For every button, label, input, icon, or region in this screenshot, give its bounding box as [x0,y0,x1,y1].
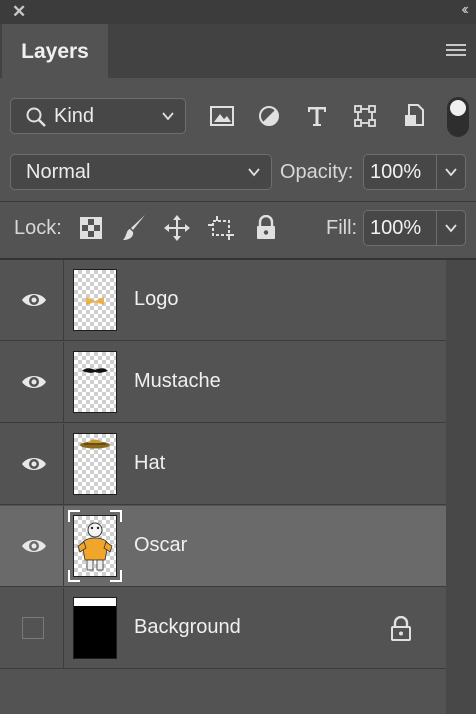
layer-row-hat[interactable]: Hat [0,424,446,505]
opacity-label: Opacity: [280,161,354,183]
layer-thumbnail [73,351,117,413]
eye-icon[interactable] [21,536,47,556]
visibility-cell[interactable] [0,424,64,504]
layer-name: Mustache [134,370,221,392]
lock-all-icon[interactable] [255,215,277,241]
layer-name: Hat [134,452,166,474]
opacity-dropdown-button[interactable] [436,154,466,190]
close-icon[interactable]: ✕ [12,2,26,22]
adjustment-filter-icon[interactable] [257,104,281,128]
fill-input[interactable]: 100% [363,210,437,246]
layers-list: Logo Mustache Hat Oscar Background [0,260,446,714]
chevron-down-icon [445,168,457,177]
panel-menu-icon[interactable] [446,44,466,58]
lock-label: Lock: [14,217,62,239]
layer-thumbnail [73,597,117,659]
shape-filter-icon[interactable] [353,104,377,128]
opacity-input[interactable]: 100% [363,154,437,190]
kind-label: Kind [54,104,95,127]
chevron-down-icon [162,112,174,121]
lock-position-icon[interactable] [164,215,190,241]
selection-bracket [68,510,122,582]
divider [0,201,476,202]
panel-top-bar: ✕ ‹‹ [0,0,476,24]
layers-scrollbar[interactable] [446,260,476,714]
layer-row-oscar[interactable]: Oscar [0,506,446,587]
filter-toggle-switch[interactable] [447,97,469,137]
fill-label: Fill: [326,217,358,239]
fill-dropdown-button[interactable] [436,210,466,246]
chevron-down-icon [248,168,260,177]
tab-layers[interactable]: Layers [2,24,108,79]
visibility-cell[interactable] [0,588,64,668]
layer-name: Oscar [134,534,188,556]
tab-row: Layers [0,24,476,79]
eye-icon[interactable] [21,454,47,474]
layer-name: Background [134,616,241,638]
lock-icon[interactable] [390,616,412,642]
fill-value: 100% [370,216,422,239]
layer-row-mustache[interactable]: Mustache [0,342,446,423]
eye-icon[interactable] [21,290,47,310]
lock-transparent-pixels-icon[interactable] [80,217,102,239]
type-filter-icon[interactable] [305,104,329,128]
image-filter-icon[interactable] [209,104,235,128]
lock-artboard-icon[interactable] [208,215,236,241]
lock-image-pixels-icon[interactable] [121,214,147,242]
visibility-cell[interactable] [0,342,64,422]
visibility-cell[interactable] [0,260,64,340]
blend-mode-value: Normal [26,160,91,183]
kind-filter-dropdown[interactable]: Kind [10,98,186,134]
layer-row-logo[interactable]: Logo [0,260,446,341]
layer-row-background[interactable]: Background [0,588,446,669]
visibility-toggle-off[interactable] [22,617,44,639]
layer-name: Logo [134,288,179,310]
layer-thumbnail [73,269,117,331]
layer-thumbnail [73,433,117,495]
opacity-value: 100% [370,160,422,183]
eye-icon[interactable] [21,372,47,392]
chevron-down-icon [445,224,457,233]
collapse-icon[interactable]: ‹‹ [461,1,468,19]
search-icon [26,107,46,127]
smart-object-filter-icon[interactable] [403,103,427,129]
blend-mode-dropdown[interactable]: Normal [10,154,272,190]
visibility-cell[interactable] [0,506,64,586]
